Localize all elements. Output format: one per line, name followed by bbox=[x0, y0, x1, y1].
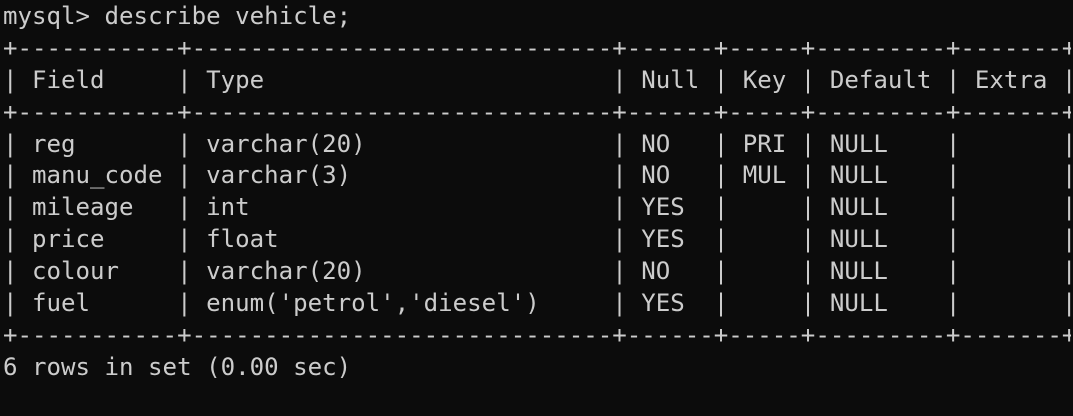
table-header-row: | Field | Type | Null | Key | Default | … bbox=[3, 65, 1071, 94]
empty-line bbox=[3, 384, 1071, 416]
table-row-manu-code: | manu_code | varchar(3) | NO | MUL | NU… bbox=[3, 161, 1071, 190]
command-line: mysql> describe vehicle; bbox=[3, 1, 1071, 33]
table-row-price: | price | float | YES | | NULL | | bbox=[3, 225, 1071, 254]
table-row-colour: | colour | varchar(20) | NO | | NULL | | bbox=[3, 257, 1071, 286]
table-border-header: +-----------+---------------------------… bbox=[3, 97, 1071, 126]
table-border-bottom: +-----------+---------------------------… bbox=[3, 320, 1071, 349]
mysql-prompt: mysql> bbox=[3, 2, 105, 30]
table-border-top: +-----------+---------------------------… bbox=[3, 33, 1071, 62]
command-text: describe vehicle; bbox=[104, 2, 352, 30]
table-row-fuel: | fuel | enum('petrol','diesel') | YES |… bbox=[3, 289, 1071, 318]
result-summary: 6 rows in set (0.00 sec) bbox=[3, 352, 352, 381]
table-row-reg: | reg | varchar(20) | NO | PRI | NULL | … bbox=[3, 129, 1071, 158]
terminal-window[interactable]: mysql> describe vehicle; +-----------+--… bbox=[3, 1, 1071, 405]
table-row-mileage: | mileage | int | YES | | NULL | | bbox=[3, 193, 1071, 222]
